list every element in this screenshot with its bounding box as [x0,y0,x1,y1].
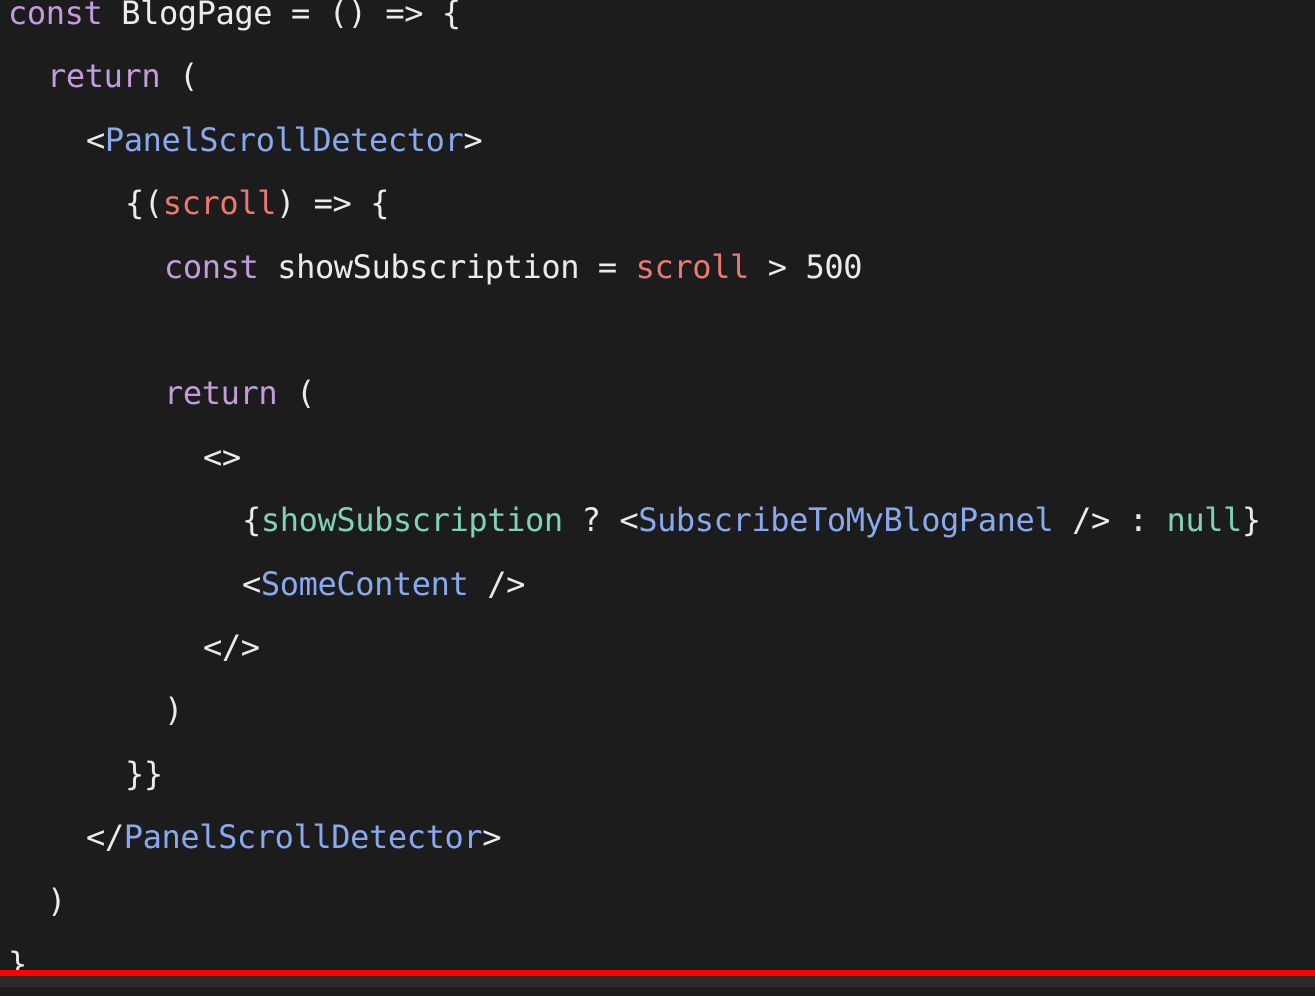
code-line: <SomeContent /> [242,553,525,616]
code-token-keyword: return [47,57,161,96]
code-line: const BlogPage = () => { [8,0,461,45]
code-token-default: < [86,120,105,159]
code-token-keyword: return [164,374,278,413]
code-line: return ( [164,362,315,425]
video-progress-bar[interactable] [0,970,1315,987]
code-token-identifier: null [1166,501,1242,540]
code-token-default: > [463,120,483,159]
video-progress-fill [0,970,1315,976]
code-token-default: {( [125,184,163,223]
code-token-default: { [242,501,261,540]
code-token-default: /> [468,564,526,603]
code-token-default: </> [203,628,260,666]
code-line: </> [203,616,260,679]
code-line: {(scroll) => { [125,172,390,235]
code-token-default: }} [125,754,163,793]
code-token-default: ( [277,374,315,413]
code-token-component: PanelScrollDetector [104,120,464,159]
code-token-default: } [1241,501,1261,540]
code-token-default: > [482,818,502,857]
code-token-keyword: const [164,247,259,286]
code-line: <PanelScrollDetector> [86,109,483,172]
code-token-default: </ [86,818,124,857]
code-token-param: scroll [635,247,750,286]
code-token-default: BlogPage = () => { [102,0,461,32]
code-line: </PanelScrollDetector> [86,806,501,869]
code-token-default: ? < [562,501,639,540]
code-token-default: < [242,564,261,603]
code-line: return ( [47,45,198,108]
code-line: }} [125,743,163,806]
code-token-component: PanelScrollDetector [123,818,483,857]
code-token-default: <> [203,437,241,476]
code-line: ) [164,679,183,742]
code-token-default: /> : [1053,501,1167,540]
code-token-default: ) => { [275,184,390,223]
code-token-default: > 500 [748,247,863,286]
code-token-component: SomeContent [260,564,469,603]
code-token-default: showSubscription = [258,247,636,286]
code-token-keyword: const [8,0,103,32]
code-token-param: scroll [162,184,277,223]
code-token-default: ( [160,57,198,96]
code-line: const showSubscription = scroll > 500 [164,236,862,299]
code-line: ) [47,870,66,933]
code-token-component: SubscribeToMyBlogPanel [638,501,1054,540]
code-line: <> [203,426,241,489]
code-line: {showSubscription ? <SubscribeToMyBlogPa… [242,489,1261,552]
code-token-identifier: showSubscription [260,501,563,540]
code-token-default: ) [47,881,66,920]
code-token-default: ) [164,691,183,730]
